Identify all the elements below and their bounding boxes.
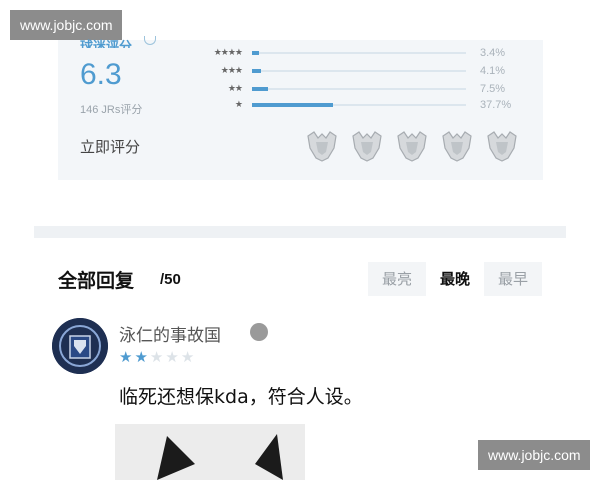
replies-count: /50 [160, 271, 181, 288]
trophy-emblem-icon[interactable] [394, 128, 430, 164]
rating-count: 146 JRs评分 [80, 104, 143, 116]
sort-tabs: 最亮 最晚 最早 [368, 262, 542, 296]
comment-username[interactable]: 泳仁的事故国 [119, 321, 221, 346]
watermark-bottom: www.jobjc.com [478, 440, 590, 470]
bar-stars-label: ★ [234, 100, 243, 110]
team-logo-avatar [52, 318, 108, 374]
rating-bar-track [252, 51, 466, 55]
trophy-emblem-icon[interactable] [304, 128, 340, 164]
sort-tab-earliest[interactable]: 最早 [484, 262, 542, 296]
rating-bar-fill [252, 51, 259, 55]
bar-stars-label: ★★ [227, 84, 243, 94]
star-icon: ★ [119, 348, 135, 366]
rating-title: 球迷评分 [80, 40, 133, 48]
rating-bar-row: ★ 37.7% [198, 98, 528, 112]
rating-bar-row: ★★★ 4.1% [198, 64, 528, 78]
star-icon: ★ [165, 348, 181, 366]
comment-text: 临死还想保kda，符合人设。 [119, 386, 363, 408]
sort-tab-brightest[interactable]: 最亮 [368, 262, 426, 296]
rating-bar-track [252, 87, 466, 91]
user-rating-stars: ★★★★★ [119, 348, 196, 366]
rating-bar-fill [252, 103, 333, 107]
bar-percent: 3.4% [480, 47, 506, 59]
rating-card: 球迷评分 6.3 146 JRs评分 立即评分 ★★★★ 3.4% ★★★ 4.… [58, 36, 543, 180]
star-icon: ★ [149, 348, 166, 366]
trophy-emblem-icon[interactable] [349, 128, 385, 164]
rating-bar-fill [252, 87, 268, 91]
user-badge-icon [250, 323, 268, 341]
bar-percent: 4.1% [480, 65, 506, 77]
rating-bar-row: ★★★★ 3.4% [198, 46, 528, 60]
bar-stars-label: ★★★ [220, 66, 243, 76]
average-score: 6.3 [80, 58, 122, 91]
rating-emblems[interactable] [304, 128, 520, 164]
user-avatar[interactable] [52, 318, 108, 374]
rating-bar-track [252, 69, 466, 73]
star-icon: ★ [134, 348, 150, 366]
rating-bar-row: ★★ 7.5% [198, 82, 528, 96]
info-icon [144, 36, 156, 45]
rating-bar-fill [252, 69, 261, 73]
comment-image[interactable] [115, 424, 305, 480]
rating-bar-track [252, 103, 466, 107]
trophy-emblem-icon[interactable] [484, 128, 520, 164]
replies-title: 全部回复 [58, 270, 135, 292]
trophy-emblem-icon[interactable] [439, 128, 475, 164]
section-divider [34, 226, 566, 238]
sort-tab-latest[interactable]: 最晚 [426, 262, 484, 296]
cat-ears-image [157, 434, 283, 480]
star-icon: ★ [180, 348, 197, 366]
bar-percent: 7.5% [480, 83, 506, 95]
bar-stars-label: ★★★★ [213, 48, 243, 58]
bar-percent: 37.7% [480, 99, 512, 111]
rate-now-button[interactable]: 立即评分 [80, 136, 140, 157]
